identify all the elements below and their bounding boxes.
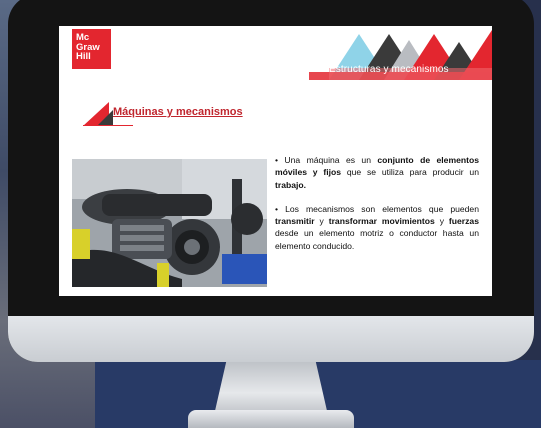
section-title: Máquinas y mecanismos <box>113 106 243 118</box>
paragraph-mechanisms: • Los mecanismos son elementos que puede… <box>275 203 479 251</box>
header-title: Estructuras y mecanismos <box>329 64 449 75</box>
slide: Mc Graw Hill Estructuras y mecanismos Má… <box>59 26 492 296</box>
mcgraw-hill-logo: Mc Graw Hill <box>72 29 111 69</box>
monitor-chin <box>8 316 534 362</box>
monitor-stand-foot <box>188 410 354 428</box>
logo-line-3: Hill <box>76 51 91 62</box>
slide-body-text: • Una máquina es un conjunto de elemento… <box>275 154 479 264</box>
paragraph-machine: • Una máquina es un conjunto de elemento… <box>275 155 480 190</box>
motorcycle-engine-photo <box>72 159 267 287</box>
